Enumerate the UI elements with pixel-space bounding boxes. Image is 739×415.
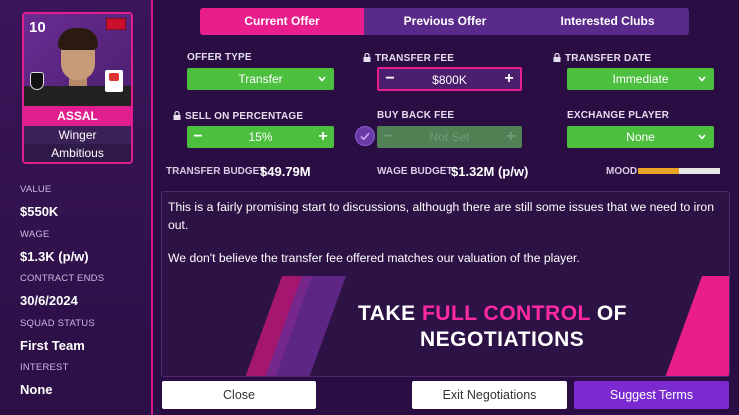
sell-on-label: SELL ON PERCENTAGE (185, 111, 304, 122)
chevron-down-icon (318, 76, 326, 82)
tab-interested-clubs[interactable]: Interested Clubs (526, 8, 689, 35)
nationality-flag-icon (106, 18, 126, 30)
exchange-player-label: EXCHANGE PLAYER (567, 110, 670, 121)
buy-back-label: BUY BACK FEE (377, 110, 455, 121)
check-circle-icon[interactable] (355, 126, 375, 146)
interest-value: None (20, 382, 53, 397)
lock-icon (553, 53, 561, 62)
transfer-fee-label-wrap: TRANSFER FEE (363, 52, 454, 64)
transfer-fee-value: $800K (432, 73, 467, 87)
exchange-player-value: None (626, 130, 655, 144)
wage-amount: $1.3K (p/w) (20, 249, 89, 264)
transfer-budget-label: TRANSFER BUDGET (166, 166, 266, 177)
buy-back-increase-button[interactable]: + (500, 126, 522, 148)
exchange-player-dropdown[interactable]: None (567, 126, 714, 148)
squad-status-label: SQUAD STATUS (20, 318, 95, 329)
message-paragraph-1: This is a fairly promising start to disc… (168, 200, 714, 232)
promo-banner-line-2: NEGOTIATIONS (420, 328, 585, 351)
offer-type-label: OFFER TYPE (187, 52, 252, 63)
value-amount: $550K (20, 204, 59, 219)
chevron-down-icon (698, 134, 706, 140)
contract-label: CONTRACT ENDS (20, 273, 105, 284)
player-number: 10 (29, 19, 46, 36)
banner-stripe (661, 276, 729, 376)
wage-label: WAGE (20, 229, 50, 240)
offer-tabs: Current Offer Previous Offer Interested … (200, 8, 689, 35)
transfer-fee-decrease-button[interactable]: − (379, 68, 401, 90)
suggest-terms-button[interactable]: Suggest Terms (574, 381, 729, 409)
buy-back-decrease-button[interactable]: − (377, 126, 399, 148)
contract-date: 30/6/2024 (20, 293, 78, 308)
exit-negotiations-button[interactable]: Exit Negotiations (412, 381, 567, 409)
promo-banner-line-1: TAKE FULL CONTROL OF (358, 302, 628, 325)
transfer-budget-value: $49.79M (260, 164, 311, 179)
mood-bar-fill (638, 168, 679, 174)
player-name: ASSAL (24, 106, 131, 126)
mood-label: MOOD (606, 166, 638, 177)
transfer-date-value: Immediate (612, 72, 669, 86)
transfer-fee-label: TRANSFER FEE (375, 53, 455, 64)
player-position: Winger (24, 126, 131, 144)
value-label: VALUE (20, 184, 52, 195)
transfer-date-label-wrap: TRANSFER DATE (553, 52, 651, 64)
interest-label: INTEREST (20, 362, 69, 373)
player-portrait (54, 28, 102, 90)
negotiation-message: This is a fairly promising start to disc… (161, 191, 730, 377)
sell-on-value: 15% (248, 130, 273, 144)
chevron-down-icon (698, 76, 706, 82)
club-badge-icon (30, 72, 44, 90)
transfer-date-label: TRANSFER DATE (565, 53, 652, 64)
player-card[interactable]: 10 ASSAL Winger Ambitious (22, 12, 133, 164)
close-button[interactable]: Close (162, 381, 316, 409)
wage-budget-label: WAGE BUDGET (377, 166, 453, 177)
buy-back-value: Not Set (429, 130, 470, 144)
sell-on-label-wrap: SELL ON PERCENTAGE (173, 110, 303, 122)
offer-type-dropdown[interactable]: Transfer (187, 68, 334, 90)
lock-icon (173, 111, 181, 120)
offer-type-value: Transfer (238, 72, 283, 86)
tab-current-offer[interactable]: Current Offer (200, 8, 364, 35)
transfer-fee-stepper[interactable]: − $800K + (377, 67, 522, 91)
league-badge-icon (105, 70, 123, 92)
message-paragraph-2: We don't believe the transfer fee offere… (168, 251, 580, 265)
lock-icon (363, 53, 371, 62)
transfer-date-dropdown[interactable]: Immediate (567, 68, 714, 90)
sell-on-stepper[interactable]: − 15% + (187, 126, 334, 148)
buy-back-stepper[interactable]: − Not Set + (377, 126, 522, 148)
mood-bar (638, 168, 720, 174)
wage-budget-value: $1.32M (p/w) (451, 164, 529, 179)
sell-on-increase-button[interactable]: + (312, 126, 334, 148)
transfer-fee-increase-button[interactable]: + (498, 68, 520, 90)
tab-previous-offer[interactable]: Previous Offer (364, 8, 526, 35)
player-panel: 10 ASSAL Winger Ambitious VALUE $550K WA… (0, 0, 153, 415)
sell-on-decrease-button[interactable]: − (187, 126, 209, 148)
squad-status-value: First Team (20, 338, 85, 353)
player-trait: Ambitious (24, 144, 131, 162)
